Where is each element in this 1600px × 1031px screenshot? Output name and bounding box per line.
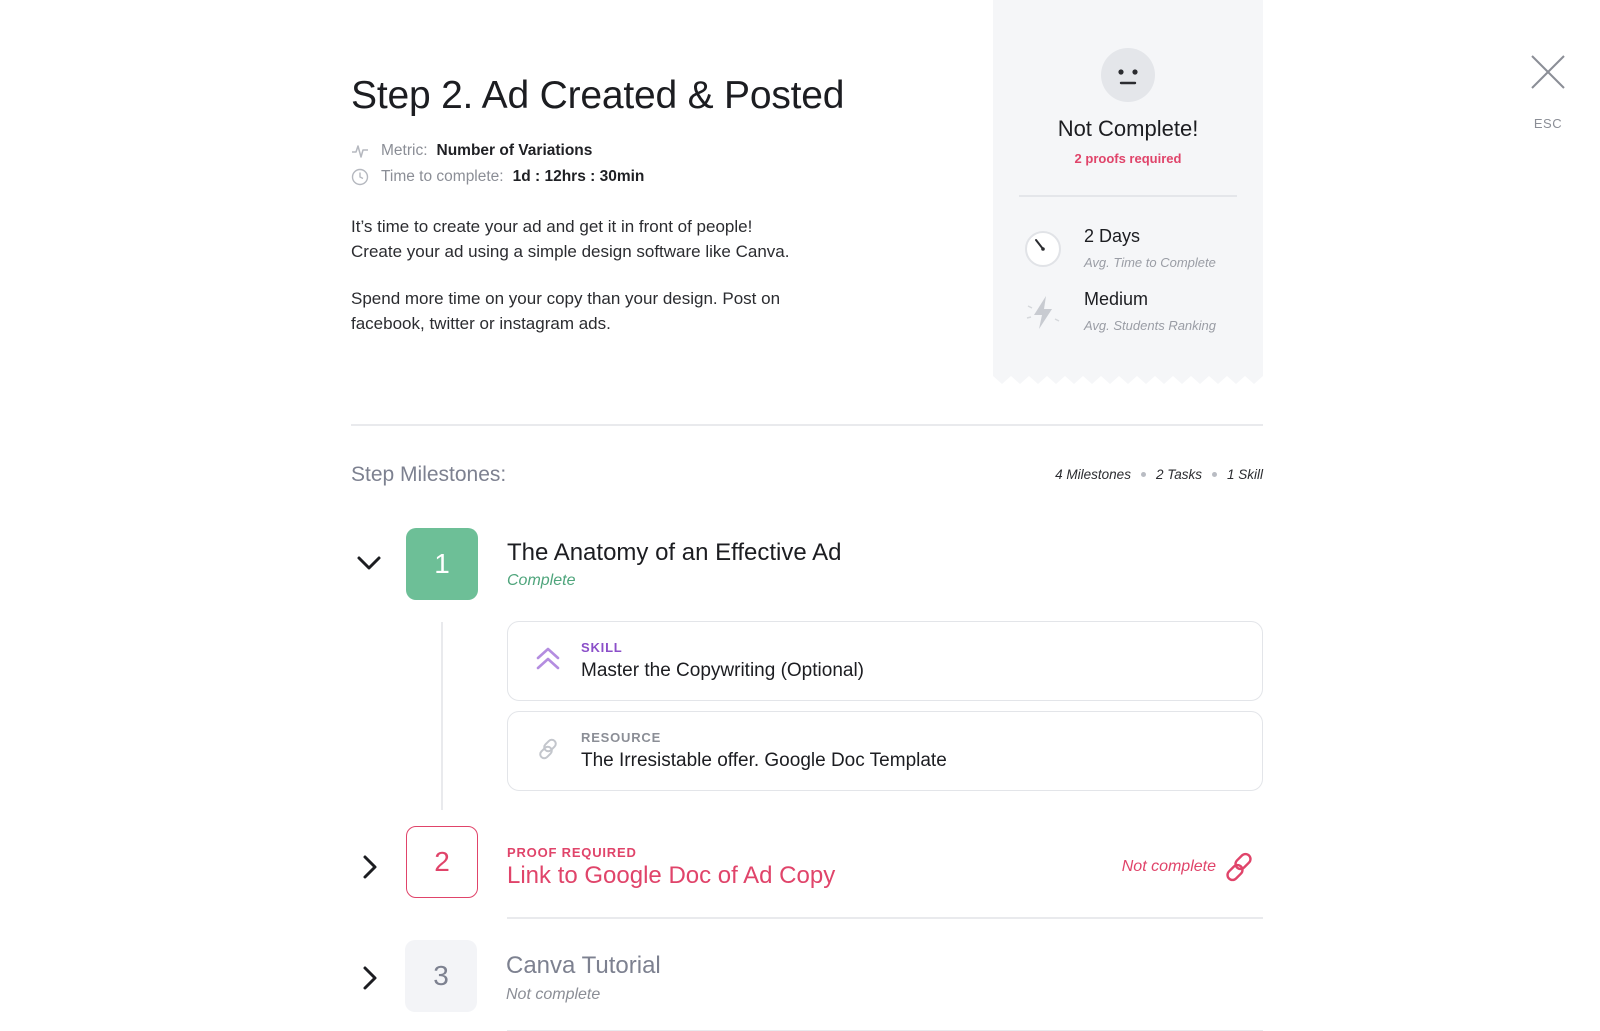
avg-time-label: Avg. Time to Complete	[1084, 255, 1216, 270]
resource-card[interactable]: RESOURCE The Irresistable offer. Google …	[507, 711, 1263, 791]
milestones-counts: 4 Milestones 2 Tasks 1 Skill	[1055, 467, 1263, 482]
attach-proof-link-button[interactable]	[1222, 850, 1256, 884]
link-icon	[533, 734, 563, 764]
separator-dot	[1140, 472, 1146, 477]
description-paragraph-1: It’s time to create your ad and get it i…	[351, 215, 871, 264]
metric-label: Metric:	[381, 142, 428, 159]
milestone-title[interactable]: Link to Google Doc of Ad Copy	[507, 862, 835, 890]
collapse-milestone-1-button[interactable]	[354, 549, 384, 579]
close-button[interactable]	[1528, 52, 1568, 92]
neutral-face-icon	[1101, 48, 1155, 102]
milestone-title[interactable]: The Anatomy of an Effective Ad	[507, 539, 841, 567]
chevron-down-icon	[357, 556, 381, 570]
milestone-status: Not complete	[506, 986, 601, 1003]
time-value: 1d : 12hrs : 30min	[512, 168, 645, 185]
description-line: Spend more time on your copy than your d…	[351, 289, 781, 308]
milestone-title[interactable]: Canva Tutorial	[506, 952, 661, 980]
page-title: Step 2. Ad Created & Posted	[351, 74, 845, 117]
card-title: Master the Copywriting (Optional)	[581, 660, 864, 681]
proof-required-label: PROOF REQUIRED	[507, 845, 637, 860]
time-row: Time to complete: 1d : 12hrs : 30min	[351, 168, 644, 186]
divider	[1019, 195, 1237, 197]
milestones-count: 4 Milestones	[1055, 467, 1131, 482]
link-icon	[1226, 852, 1252, 882]
milestones-heading: Step Milestones:	[351, 463, 507, 486]
description-line: It’s time to create your ad and get it i…	[351, 217, 753, 236]
clock-icon	[351, 168, 369, 186]
esc-label: ESC	[1533, 116, 1563, 131]
avg-time-value: 2 Days	[1084, 226, 1141, 246]
expand-milestone-2-button[interactable]	[355, 852, 385, 882]
proofs-required: 2 proofs required	[1074, 151, 1182, 166]
tasks-count: 2 Tasks	[1155, 467, 1202, 482]
separator-dot	[1211, 472, 1217, 477]
avg-ranking-label: Avg. Students Ranking	[1084, 318, 1217, 333]
double-chevron-up-icon	[533, 644, 563, 674]
milestone-divider	[507, 917, 1263, 919]
time-label: Time to complete:	[381, 168, 504, 185]
skill-card[interactable]: SKILL Master the Copywriting (Optional)	[507, 621, 1263, 701]
milestone-number-badge: 2	[406, 826, 478, 898]
milestone-status: Complete	[507, 572, 576, 589]
section-divider	[351, 424, 1263, 426]
ticket-edge	[993, 374, 1263, 384]
description-paragraph-2: Spend more time on your copy than your d…	[351, 287, 871, 336]
card-type-label: SKILL	[581, 640, 623, 655]
close-icon	[1531, 55, 1565, 89]
expand-milestone-3-button[interactable]	[355, 963, 385, 993]
milestone-number-badge: 3	[405, 940, 477, 1012]
activity-icon	[351, 142, 369, 160]
metric-row: Metric: Number of Variations	[351, 142, 592, 160]
status-card: Not Complete! 2 proofs required 2 Days A…	[993, 0, 1263, 384]
milestone-status: Not complete	[1121, 858, 1216, 875]
description-line: Create your ad using a simple design sof…	[351, 241, 790, 261]
chevron-right-icon	[363, 855, 377, 879]
chevron-right-icon	[363, 966, 377, 990]
skills-count: 1 Skill	[1226, 467, 1263, 482]
milestone-number-badge: 1	[406, 528, 478, 600]
metric-value: Number of Variations	[436, 142, 593, 159]
avg-ranking-value: Medium	[1084, 289, 1149, 309]
timeline-connector	[441, 622, 443, 810]
description-line: facebook, twitter or instagram ads.	[351, 313, 611, 333]
lightning-icon	[1023, 292, 1063, 332]
completion-status: Not Complete!	[1057, 116, 1199, 141]
stopwatch-icon	[1023, 228, 1063, 268]
card-type-label: RESOURCE	[581, 730, 662, 745]
card-title: The Irresistable offer. Google Doc Templ…	[581, 750, 947, 771]
